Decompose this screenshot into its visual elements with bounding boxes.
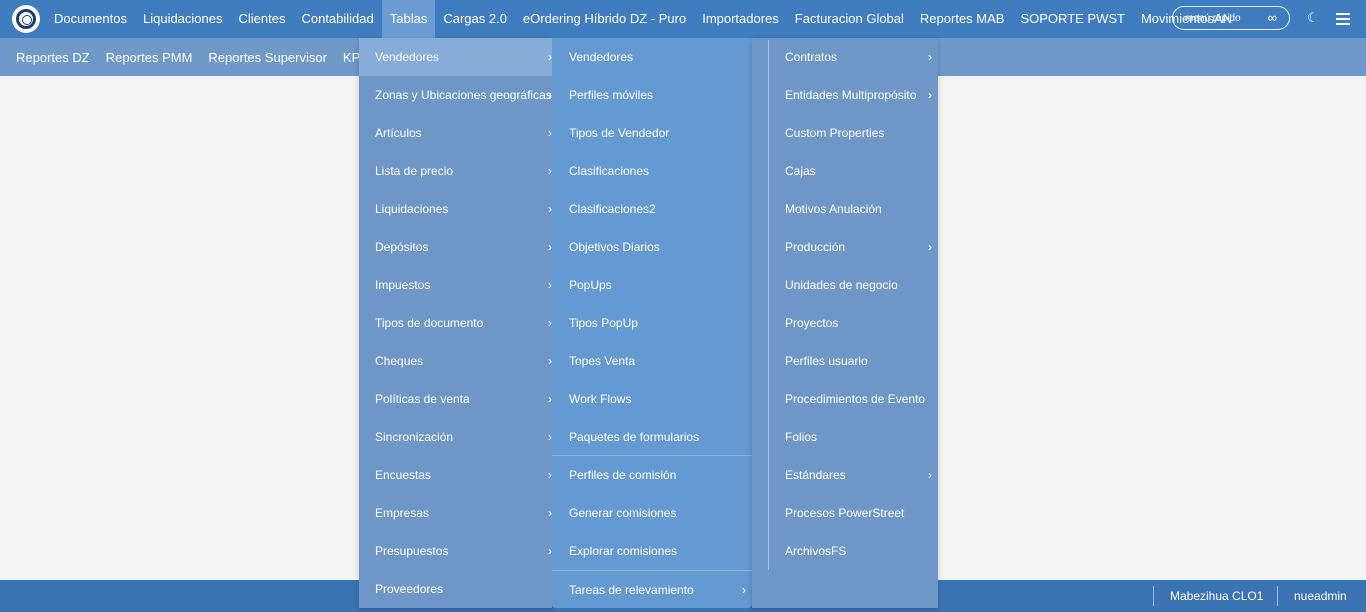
- tablas-extra-column: Contratos › Entidades Multipropósito › Cus…: [752, 38, 938, 608]
- nav-clientes[interactable]: Clientes: [231, 0, 294, 38]
- menu-item-estandares[interactable]: Estándares ›: [752, 456, 938, 494]
- menu-item-proveedores[interactable]: Proveedores: [359, 570, 552, 608]
- nav-documentos[interactable]: Documentos: [46, 0, 135, 38]
- menu-item-motivos-anulacion[interactable]: Motivos Anulación: [752, 190, 938, 228]
- chevron-right-icon: ›: [742, 583, 746, 597]
- hamburger-menu-icon[interactable]: [1336, 13, 1350, 25]
- nav-importadores[interactable]: Importadores: [694, 0, 787, 38]
- submenu-item-clasificaciones[interactable]: Clasificaciones: [552, 152, 752, 190]
- submenu-item-vendedores[interactable]: Vendedores›: [552, 38, 762, 76]
- chevron-right-icon: ›: [928, 50, 932, 64]
- nav-eordering[interactable]: eOrdering Híbrido DZ - Puro: [515, 0, 694, 38]
- nav-reportes-mab[interactable]: Reportes MAB: [912, 0, 1013, 38]
- nav-contabilidad[interactable]: Contabilidad: [293, 0, 381, 38]
- submenu-item-topes-venta[interactable]: Topes Venta: [552, 342, 752, 380]
- submenu-item-objetivos-diarios[interactable]: Objetivos Diarios: [552, 228, 752, 266]
- submenu-item-tareas-relevamiento[interactable]: Tareas de relevamiento ›: [552, 571, 752, 609]
- nav-soporte-pwst[interactable]: SOPORTE PWST: [1012, 0, 1133, 38]
- submenu-item-explorar-comisiones[interactable]: Explorar comisiones: [552, 532, 752, 570]
- submenu-item-perfiles-comision[interactable]: Perfiles de comisión: [552, 456, 752, 494]
- nav-tablas[interactable]: Tablas: [381, 0, 436, 38]
- nav-liquidaciones[interactable]: Liquidaciones: [135, 0, 231, 38]
- footer-user[interactable]: nueadmin: [1294, 589, 1347, 603]
- tablas-dropdown: Vendedores › Zonas y Ubicaciones geográfi…: [359, 38, 552, 608]
- menu-item-folios[interactable]: Folios: [752, 418, 938, 456]
- menu-item-politicas-venta[interactable]: Políticas de venta ›: [359, 380, 552, 418]
- menu-item-vendedores[interactable]: Vendedores ›: [359, 38, 552, 76]
- menu-item-articulos[interactable]: Artículos ›: [359, 114, 552, 152]
- menu-item-presupuestos[interactable]: Presupuestos ›: [359, 532, 552, 570]
- menu-item-unidades-negocio[interactable]: Unidades de negocio: [752, 266, 938, 304]
- menu-item-impuestos[interactable]: Impuestos ›: [359, 266, 552, 304]
- vendedores-submenu: Vendedores› Perfiles móviles› Tipos de V…: [552, 38, 762, 609]
- menu-item-perfiles-usuario[interactable]: Perfiles usuario: [752, 342, 938, 380]
- menu-item-archivosfs[interactable]: ArchivosFS: [752, 532, 938, 570]
- chevron-right-icon: ›: [928, 468, 932, 482]
- submenu-item-paquetes-formularios[interactable]: Paquetes de formularios: [552, 418, 752, 456]
- submenu-item-generar-comisiones[interactable]: Generar comisiones: [552, 494, 752, 532]
- app-logo[interactable]: [12, 5, 40, 33]
- main-menu: Documentos Liquidaciones Clientes Contab…: [46, 0, 1240, 38]
- nav-cargas[interactable]: Cargas 2.0: [435, 0, 515, 38]
- menu-item-entidades-multiproposito[interactable]: Entidades Multipropósito ›: [752, 76, 938, 114]
- menu-item-encuestas[interactable]: Encuestas ›: [359, 456, 552, 494]
- menu-item-tipos-documento[interactable]: Tipos de documento ›: [359, 304, 552, 342]
- menu-item-zonas[interactable]: Zonas y Ubicaciones geográficas ›: [359, 76, 552, 114]
- nav-reportes-pmm[interactable]: Reportes PMM: [98, 50, 201, 65]
- footer-divider: [1153, 586, 1154, 606]
- submenu-item-tipos-vendedor[interactable]: Tipos de Vendedor: [552, 114, 752, 152]
- nav-facturacion-global[interactable]: Facturacion Global: [787, 0, 912, 38]
- menu-item-liquidaciones[interactable]: Liquidaciones ›: [359, 190, 552, 228]
- menu-item-proyectos[interactable]: Proyectos: [752, 304, 938, 342]
- footer-divider: [1277, 586, 1278, 606]
- menu-item-contratos[interactable]: Contratos ›: [752, 38, 938, 76]
- menu-item-procedimientos-evento[interactable]: Procedimientos de Evento: [752, 380, 938, 418]
- menu-item-cheques[interactable]: Cheques ›: [359, 342, 552, 380]
- submenu-item-tipos-popup[interactable]: Tipos PopUp: [552, 304, 752, 342]
- submenu-item-popups[interactable]: PopUps: [552, 266, 752, 304]
- menu-item-depositos[interactable]: Depósitos ›: [359, 228, 552, 266]
- binoculars-icon: ∞: [1267, 10, 1277, 25]
- menu-item-lista-precio[interactable]: Lista de precio ›: [359, 152, 552, 190]
- submenu-item-clasificaciones2[interactable]: Clasificaciones2: [552, 190, 752, 228]
- menu-item-cajas[interactable]: Cajas: [752, 152, 938, 190]
- quick-menu-search[interactable]: menú rápido ∞: [1172, 6, 1290, 30]
- quick-menu-label: menú rápido: [1185, 12, 1241, 24]
- menu-item-procesos-powerstreet[interactable]: Procesos PowerStreet: [752, 494, 938, 532]
- menu-item-custom-properties[interactable]: Custom Properties: [752, 114, 938, 152]
- chevron-right-icon: ›: [928, 88, 932, 102]
- submenu-item-work-flows[interactable]: Work Flows: [552, 380, 752, 418]
- top-navigation-bar: Documentos Liquidaciones Clientes Contab…: [0, 0, 1366, 38]
- submenu-item-perfiles-moviles[interactable]: Perfiles móviles›: [552, 76, 762, 114]
- menu-item-empresas[interactable]: Empresas ›: [359, 494, 552, 532]
- menu-item-produccion[interactable]: Producción ›: [752, 228, 938, 266]
- chevron-right-icon: ›: [928, 240, 932, 254]
- nav-reportes-dz[interactable]: Reportes DZ: [0, 50, 98, 65]
- moon-icon[interactable]: ☾: [1307, 11, 1321, 25]
- footer-company[interactable]: Mabezihua CLO1: [1170, 589, 1263, 603]
- menu-item-sincronizacion[interactable]: Sincronización ›: [359, 418, 552, 456]
- nav-reportes-supervisor[interactable]: Reportes Supervisor: [200, 50, 335, 65]
